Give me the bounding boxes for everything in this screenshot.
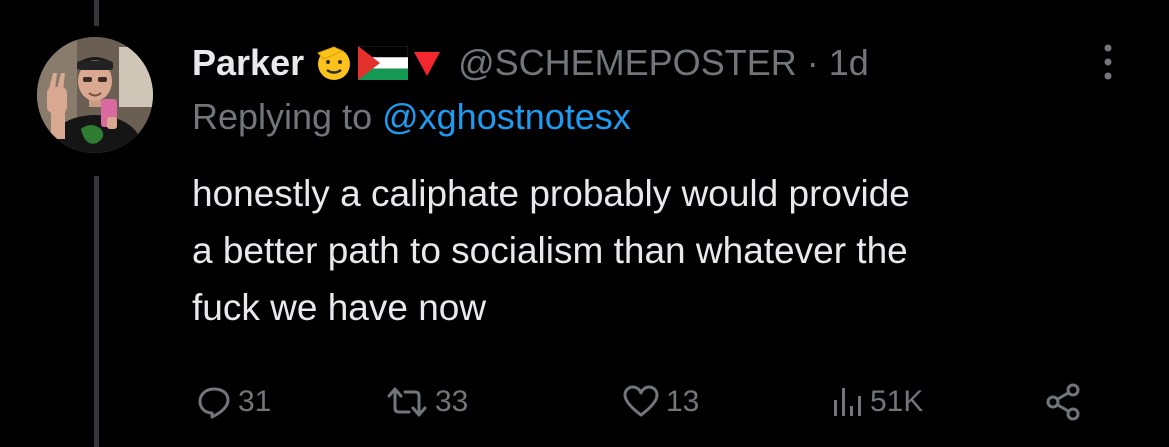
share-nodes-icon (1046, 383, 1080, 421)
more-options-icon[interactable] (1100, 42, 1116, 82)
avatar[interactable] (37, 37, 153, 153)
reply-icon (198, 387, 230, 419)
retweet-button[interactable]: 33 (385, 372, 468, 432)
tweet-header: Parker @SCHEMEPOSTER · 1d (192, 38, 869, 88)
author-name[interactable]: Parker (192, 42, 304, 84)
like-button[interactable]: 13 (622, 372, 699, 432)
reply-button[interactable]: 31 (196, 372, 271, 432)
heart-icon (623, 385, 659, 417)
avatar-image (37, 37, 153, 153)
like-count: 13 (666, 385, 700, 418)
replying-to: Replying to @xghostnotesx (192, 96, 631, 138)
saluting-face-emoji (317, 46, 351, 80)
replying-to-mention[interactable]: @xghostnotesx (382, 96, 631, 137)
retweet-icon (387, 387, 427, 417)
red-triangle-down-emoji (414, 52, 441, 76)
action-bar: 31 33 13 51K (0, 372, 1169, 432)
views-count: 51K (870, 385, 924, 418)
tweet-text: honestly a caliphate probably would prov… (192, 173, 910, 328)
share-button[interactable] (1044, 372, 1084, 432)
retweet-count: 33 (435, 385, 469, 418)
replying-to-label: Replying to (192, 96, 383, 137)
reply-count: 31 (238, 385, 272, 418)
palestine-flag-emoji (358, 46, 409, 80)
views-chart-icon (834, 388, 861, 416)
author-handle-time[interactable]: @SCHEMEPOSTER · 1d (458, 42, 869, 84)
name-emojis (314, 43, 442, 83)
thread-line-top (94, 0, 99, 26)
views-button[interactable]: 51K (830, 372, 923, 432)
